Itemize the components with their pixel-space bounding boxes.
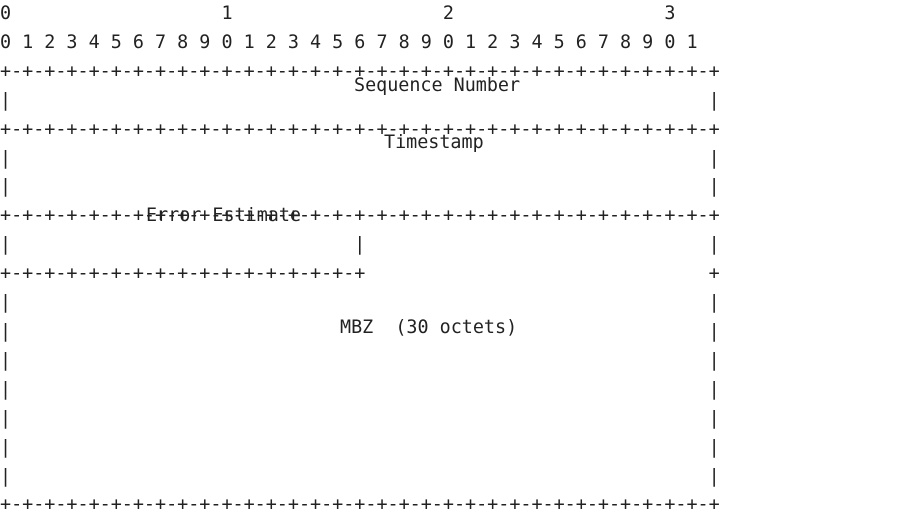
row-border: +-+-+-+-+-+-+-+-+-+-+-+-+-+-+-+-+-+-+-+-…: [0, 205, 720, 227]
row-border: +-+-+-+-+-+-+-+-+-+-+-+-+-+-+-+-+-+-+-+-…: [0, 494, 720, 516]
row-partial-border: +-+-+-+-+-+-+-+-+-+-+-+-+-+-+-+-+ +: [0, 263, 720, 285]
bit-ruler-units: 0 1 2 3 4 5 6 7 8 9 0 1 2 3 4 5 6 7 8 9 …: [0, 31, 698, 53]
row-mbz-frame: | |: [0, 465, 720, 487]
row-mbz-frame: | |: [0, 407, 720, 429]
field-mbz: MBZ (30 octets): [340, 317, 518, 338]
field-sequence-number: Sequence Number: [354, 75, 521, 96]
row-error-frame: | | |: [0, 234, 720, 256]
packet-format-diagram: 0 1 2 3 0 1 2 3 4 5 6 7 8 9 0 1 2 3 4 5 …: [0, 0, 924, 515]
field-error-estimate: Error Estimate: [146, 205, 302, 226]
row-mbz-frame: | |: [0, 349, 720, 371]
row-border: +-+-+-+-+-+-+-+-+-+-+-+-+-+-+-+-+-+-+-+-…: [0, 118, 720, 140]
row-timestamp-frame: | |: [0, 176, 720, 198]
row-mbz-frame: | |: [0, 378, 720, 400]
bit-ruler-tens: 0 1 2 3: [0, 3, 676, 24]
row-mbz-frame: | |: [0, 292, 720, 314]
row-mbz-frame: | |: [0, 436, 720, 458]
field-timestamp: Timestamp: [384, 132, 484, 153]
row-timestamp-frame: | |: [0, 147, 720, 169]
